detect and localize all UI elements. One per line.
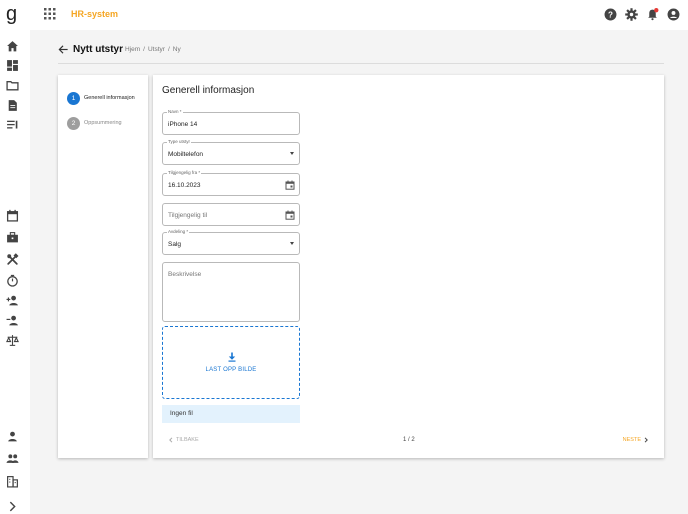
name-field-value[interactable]: iPhone 14 [168, 121, 197, 128]
calendar-icon[interactable] [6, 209, 19, 222]
stepper-panel: 1 Generell informasjon 2 Oppsummering [58, 75, 148, 458]
image-upload-zone[interactable]: LAST OPP BILDE [162, 326, 300, 399]
app-title[interactable]: HR-system [71, 9, 118, 19]
name-field[interactable]: Navn * iPhone 14 [162, 109, 300, 135]
help-icon[interactable]: ? [604, 8, 617, 21]
sidebar [0, 30, 30, 514]
document-icon[interactable] [6, 99, 19, 112]
account-icon[interactable] [667, 8, 680, 21]
list-icon[interactable] [6, 118, 19, 131]
scales-icon[interactable] [6, 334, 19, 347]
available-from-field[interactable]: Tilgjengelig fra * 16.10.2023 [162, 170, 300, 196]
equipment-type-label: Type utstyr [167, 139, 192, 145]
dropdown-caret-icon[interactable] [290, 242, 294, 245]
svg-text:?: ? [608, 10, 613, 19]
person-icon[interactable] [6, 430, 19, 443]
available-to-field[interactable]: Tilgjengelig til [162, 203, 300, 226]
notifications-icon[interactable] [646, 8, 659, 21]
dashboard-icon[interactable] [6, 59, 19, 72]
chevron-left-icon [169, 437, 173, 443]
equipment-type-select[interactable]: Type utstyr Mobiltelefon [162, 139, 300, 165]
upload-image-button[interactable]: LAST OPP BILDE [163, 367, 299, 373]
folder-icon[interactable] [6, 79, 19, 92]
breadcrumb-equipment[interactable]: Utstyr [148, 46, 165, 53]
top-bar: g HR-system ? [0, 0, 688, 30]
download-icon[interactable] [227, 352, 237, 362]
step-number: 1 [67, 91, 80, 105]
next-button[interactable]: NESTE [623, 437, 649, 443]
file-status-bar: Ingen fil [162, 405, 300, 423]
person-remove-icon[interactable] [6, 314, 19, 327]
description-textarea[interactable]: Beskrivelse [162, 262, 300, 322]
group-icon[interactable] [6, 452, 19, 465]
breadcrumb-separator: / [143, 46, 145, 53]
back-button[interactable]: TILBAKE [168, 437, 199, 443]
description-placeholder[interactable]: Beskrivelse [168, 271, 201, 278]
step-general-info[interactable]: 1 Generell informasjon [67, 91, 135, 105]
dropdown-caret-icon[interactable] [290, 152, 294, 155]
page-title: Nytt utstyr [73, 44, 124, 55]
chevron-right-icon [644, 437, 648, 443]
form-heading: Generell informasjon [162, 85, 255, 96]
department-select[interactable]: Avdeling * Salg [162, 229, 300, 255]
person-add-icon[interactable] [6, 294, 19, 307]
back-button-label: TILBAKE [176, 437, 199, 443]
department-label: Avdeling * [167, 229, 190, 235]
apps-grid-icon[interactable] [44, 8, 56, 20]
settings-icon[interactable] [625, 8, 638, 21]
form-navigation: TILBAKE 1 / 2 NESTE [153, 435, 664, 447]
file-status-text: Ingen fil [170, 410, 193, 417]
calendar-picker-icon[interactable] [285, 210, 295, 220]
breadcrumb-new: Ny [172, 46, 181, 53]
building-icon[interactable] [6, 475, 19, 488]
calendar-picker-icon[interactable] [285, 180, 295, 190]
breadcrumb: Hjem / Utstyr / Ny [125, 46, 181, 53]
breadcrumb-separator: / [167, 46, 170, 53]
expand-icon[interactable] [6, 500, 19, 513]
step-label: Generell informasjon [84, 95, 135, 101]
svg-text:g: g [6, 3, 17, 25]
step-label: Oppsummering [84, 120, 122, 126]
page-header: Nytt utstyr Hjem / Utstyr / Ny [58, 40, 664, 64]
back-arrow-icon[interactable] [58, 44, 69, 55]
available-to-placeholder[interactable]: Tilgjengelig til [168, 212, 207, 219]
home-icon[interactable] [6, 40, 19, 53]
briefcase-icon[interactable] [6, 231, 19, 244]
logo-icon[interactable]: g [6, 2, 20, 28]
timer-icon[interactable] [6, 274, 19, 287]
next-button-label: NESTE [622, 437, 641, 443]
breadcrumb-home[interactable]: Hjem [125, 46, 140, 53]
name-field-label: Navn * [167, 109, 183, 115]
page-indicator: 1 / 2 [403, 437, 415, 443]
available-from-value[interactable]: 16.10.2023 [168, 182, 201, 189]
step-summary[interactable]: 2 Oppsummering [67, 116, 122, 130]
equipment-type-value[interactable]: Mobiltelefon [168, 151, 203, 158]
available-from-label: Tilgjengelig fra * [167, 170, 202, 176]
tools-icon[interactable] [6, 253, 19, 266]
step-number: 2 [67, 116, 80, 130]
form-panel: Generell informasjon Navn * iPhone 14 Ty… [153, 75, 664, 458]
department-value[interactable]: Salg [168, 241, 181, 248]
